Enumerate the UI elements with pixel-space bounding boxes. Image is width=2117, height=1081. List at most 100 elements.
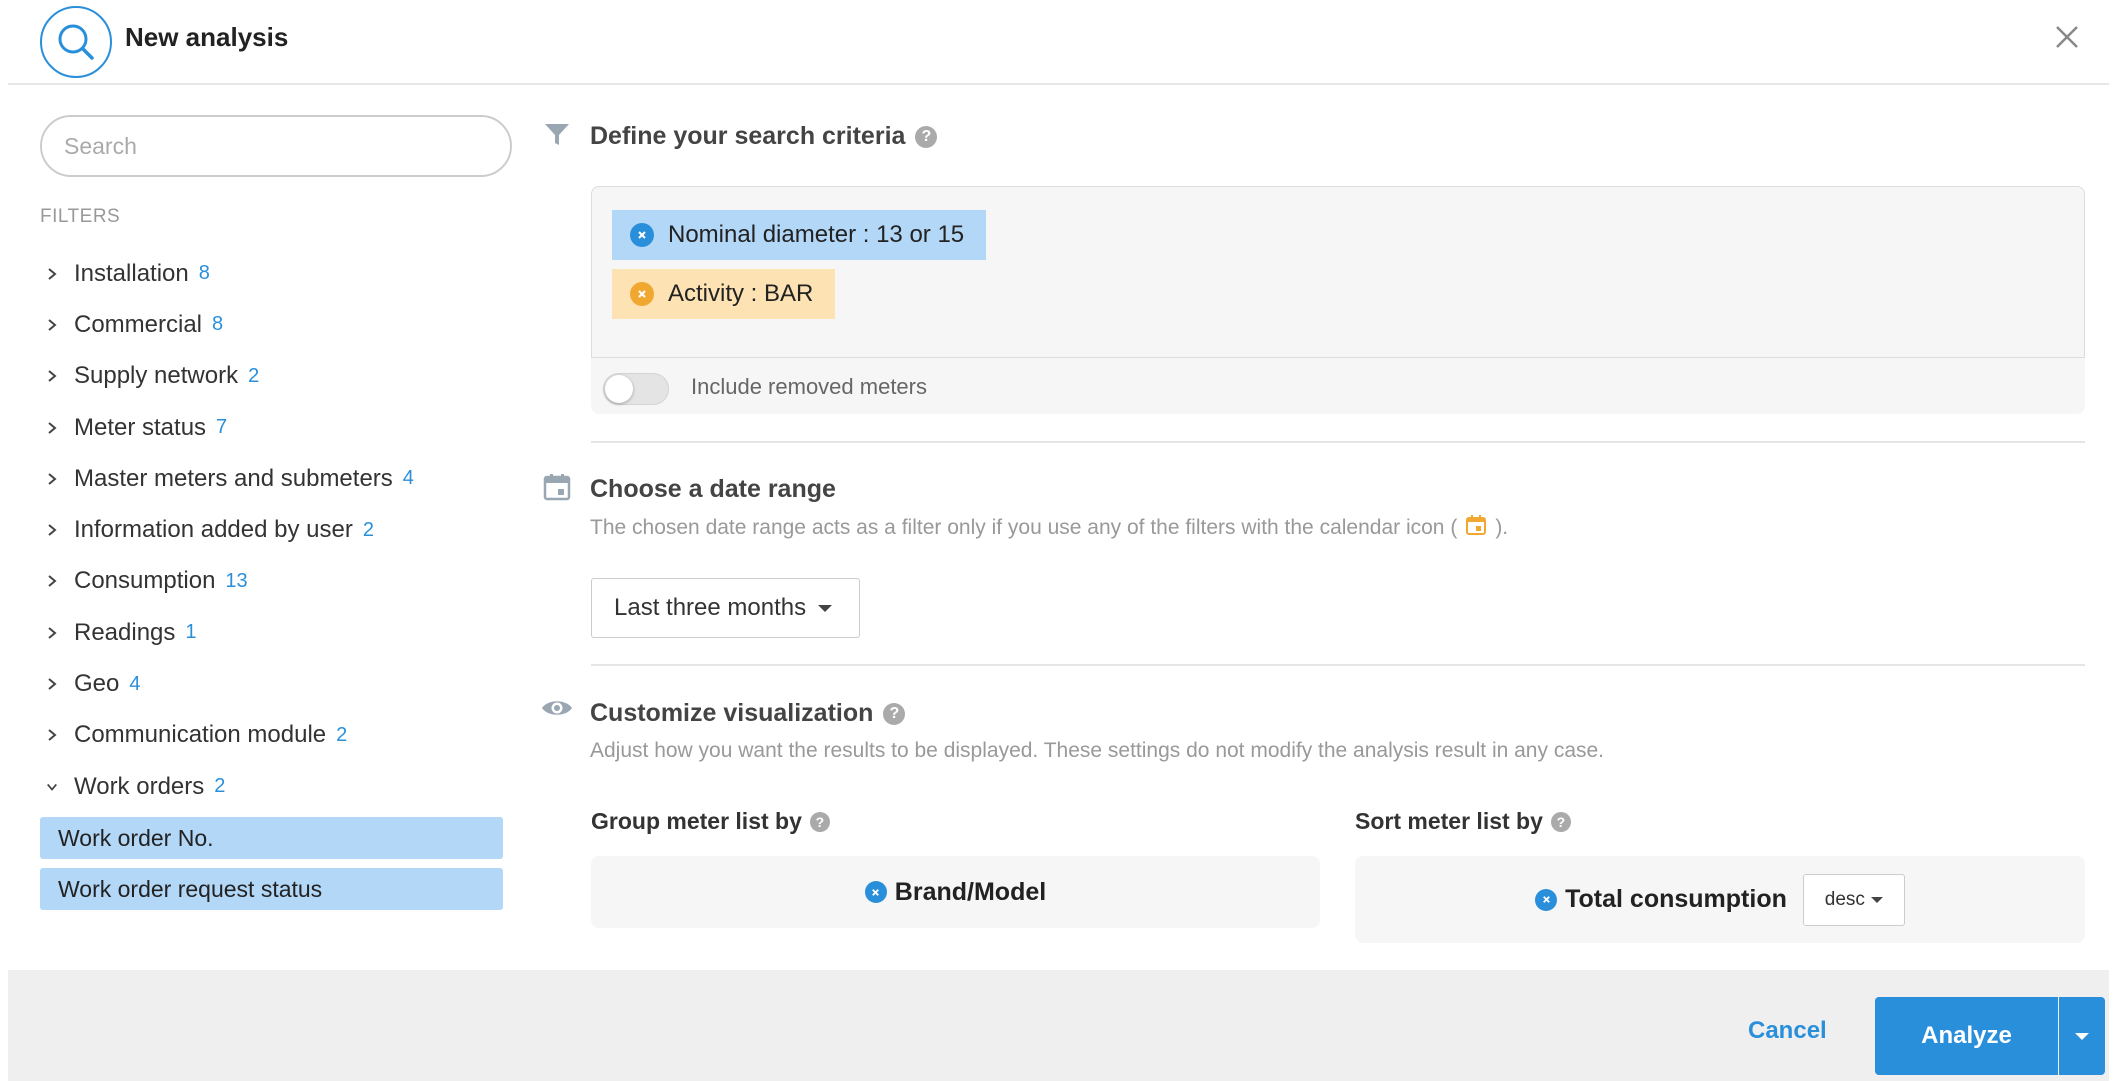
- dialog-title: New analysis: [125, 22, 289, 52]
- filter-item-count: 7: [216, 416, 228, 439]
- include-removed-toggle[interactable]: [603, 373, 669, 405]
- search-input[interactable]: [40, 115, 512, 177]
- sub-filter-work-order-no[interactable]: Work order No.: [40, 817, 503, 859]
- filter-item-installation[interactable]: Installation 8: [40, 248, 520, 299]
- filter-item-label: Installation: [74, 259, 189, 287]
- filter-icon: [542, 120, 572, 150]
- remove-chip-icon[interactable]: [864, 881, 887, 903]
- help-icon[interactable]: ?: [915, 125, 938, 148]
- chevron-right-icon: [40, 263, 74, 285]
- filter-item-count: 4: [402, 467, 414, 490]
- toggle-knob: [605, 375, 633, 403]
- help-icon[interactable]: ?: [1550, 811, 1571, 832]
- chevron-right-icon: [40, 417, 74, 439]
- filter-item-readings[interactable]: Readings 1: [40, 607, 520, 658]
- calendar-inline-icon: [1465, 514, 1487, 542]
- cancel-button[interactable]: Cancel: [1748, 1017, 1827, 1045]
- sort-by-label: Sort meter list by ?: [1355, 808, 1571, 835]
- caret-down-icon: [2075, 1032, 2089, 1040]
- analyze-button[interactable]: Analyze: [1875, 997, 2058, 1075]
- filter-item-count: 1: [185, 621, 197, 644]
- filter-item-count: 8: [198, 262, 210, 285]
- chevron-right-icon: [40, 468, 74, 490]
- criteria-section-title: Define your search criteria ?: [590, 122, 938, 151]
- include-removed-label: Include removed meters: [691, 374, 927, 399]
- sort-by-chip[interactable]: Total consumption: [1535, 885, 1787, 914]
- criteria-box: Nominal diameter : 13 or 15 Activity : B…: [591, 186, 2085, 358]
- date-range-value: Last three months: [614, 594, 807, 621]
- date-range-desc-text: The chosen date range acts as a filter o…: [590, 516, 1458, 539]
- close-icon[interactable]: [2050, 20, 2084, 54]
- filter-item-supply-network[interactable]: Supply network 2: [40, 351, 520, 402]
- filter-item-consumption[interactable]: Consumption 13: [40, 556, 520, 607]
- chip-label: Activity : BAR: [668, 280, 814, 307]
- sort-order-value: desc: [1824, 888, 1865, 910]
- chip-label: Nominal diameter : 13 or 15: [668, 221, 965, 248]
- filter-item-count: 2: [248, 364, 260, 387]
- filter-item-label: Meter status: [74, 413, 207, 441]
- chevron-right-icon: [40, 673, 74, 695]
- remove-chip-icon[interactable]: [630, 223, 654, 247]
- filter-item-label: Commercial: [74, 310, 203, 338]
- visualization-title-text: Customize visualization: [590, 699, 874, 727]
- sort-order-select[interactable]: desc: [1802, 873, 1905, 926]
- sort-by-box: Total consumption desc: [1355, 856, 2085, 943]
- caret-down-icon: [818, 604, 833, 612]
- filter-item-communication-module[interactable]: Communication module 2: [40, 710, 520, 761]
- filter-item-meter-status[interactable]: Meter status 7: [40, 402, 520, 453]
- analyze-dropdown-button[interactable]: [2059, 997, 2105, 1075]
- date-range-description: The chosen date range acts as a filter o…: [590, 514, 1508, 542]
- filter-item-label: Master meters and submeters: [74, 464, 393, 492]
- calendar-icon: [542, 472, 572, 502]
- chevron-right-icon: [40, 724, 74, 746]
- filter-item-label: Supply network: [74, 362, 239, 390]
- group-by-chip[interactable]: Brand/Model: [864, 877, 1047, 907]
- dialog-header: New analysis: [8, 0, 2109, 85]
- visualization-description: Adjust how you want the results to be di…: [590, 739, 1605, 762]
- criteria-chip[interactable]: Nominal diameter : 13 or 15: [612, 210, 987, 260]
- chevron-right-icon: [40, 519, 74, 541]
- filter-item-user-info[interactable]: Information added by user 2: [40, 504, 520, 555]
- filter-item-count: 2: [362, 518, 374, 541]
- group-by-box: Brand/Model: [591, 856, 1320, 928]
- visualization-section-title: Customize visualization ?: [590, 699, 906, 728]
- filter-item-count: 2: [214, 775, 226, 798]
- section-divider: [591, 441, 2085, 443]
- filter-item-work-orders[interactable]: Work orders 2: [40, 761, 520, 812]
- filter-item-label: Information added by user: [74, 516, 353, 544]
- sub-filter-work-order-request-status[interactable]: Work order request status: [40, 868, 503, 910]
- chevron-down-icon: [40, 776, 74, 798]
- remove-chip-icon[interactable]: [630, 282, 654, 306]
- chevron-right-icon: [40, 314, 74, 336]
- filter-item-geo[interactable]: Geo 4: [40, 658, 520, 709]
- date-range-select[interactable]: Last three months: [591, 578, 860, 638]
- criteria-title-text: Define your search criteria: [590, 122, 906, 150]
- filter-item-commercial[interactable]: Commercial 8: [40, 299, 520, 350]
- filter-item-count: 2: [336, 723, 348, 746]
- section-divider: [591, 664, 2085, 666]
- dialog-footer: Cancel Analyze: [8, 970, 2109, 1081]
- help-icon[interactable]: ?: [883, 702, 906, 725]
- filter-item-label: Communication module: [74, 721, 327, 749]
- sort-by-label-text: Sort meter list by: [1355, 808, 1543, 834]
- filter-item-count: 8: [212, 313, 224, 336]
- help-icon[interactable]: ?: [809, 811, 830, 832]
- search-logo-icon: [40, 6, 112, 78]
- include-removed-row: Include removed meters: [591, 358, 2085, 414]
- filter-item-label: Work orders: [74, 772, 205, 800]
- filter-item-count: 4: [129, 672, 141, 695]
- sort-by-value: Total consumption: [1565, 885, 1787, 913]
- filter-item-label: Readings: [74, 618, 176, 646]
- filter-item-master-meters[interactable]: Master meters and submeters 4: [40, 453, 520, 504]
- group-by-label: Group meter list by ?: [591, 808, 830, 835]
- chevron-right-icon: [40, 622, 74, 644]
- date-range-title: Choose a date range: [590, 475, 836, 503]
- filter-list: Installation 8 Commercial 8 Supply netwo…: [40, 248, 520, 812]
- group-by-value: Brand/Model: [894, 877, 1047, 906]
- criteria-chip[interactable]: Activity : BAR: [612, 269, 836, 319]
- filters-heading: FILTERS: [40, 206, 121, 227]
- remove-chip-icon[interactable]: [1535, 888, 1558, 911]
- date-range-desc-end: ).: [1495, 516, 1509, 539]
- chevron-right-icon: [40, 570, 74, 592]
- filter-item-label: Consumption: [74, 567, 216, 595]
